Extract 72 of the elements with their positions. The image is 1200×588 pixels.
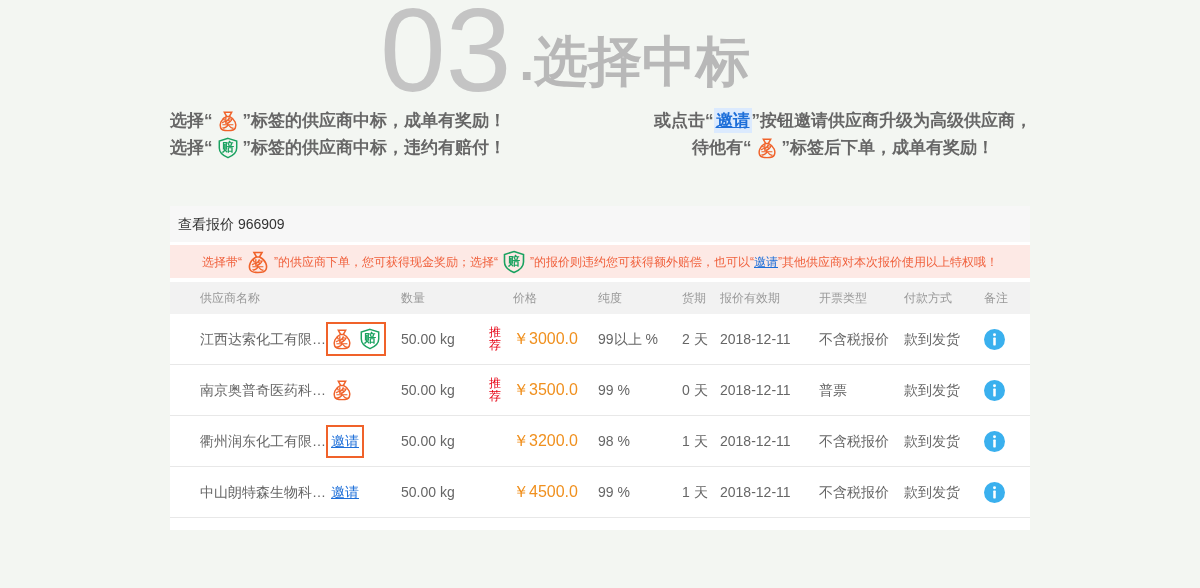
column-header: 付款方式 bbox=[904, 290, 953, 307]
reward-badge: 奖 bbox=[216, 109, 239, 132]
quantity: 50.00 kg bbox=[401, 329, 456, 349]
column-header: 纯度 bbox=[598, 290, 623, 307]
note-text: ”的供应商下单，您可获得现金奖励；选择“ bbox=[274, 253, 498, 271]
note-text: 或点击“ bbox=[654, 109, 714, 132]
payment-method: 款到发货 bbox=[904, 482, 961, 502]
note-text: 选择“ bbox=[170, 136, 213, 159]
invoice-type: 不含税报价 bbox=[819, 431, 890, 451]
note-text: ”的报价则违约您可获得额外赔偿，也可以“ bbox=[530, 253, 754, 271]
info-icon[interactable] bbox=[984, 328, 1005, 350]
reward-badge: 奖 bbox=[331, 328, 353, 350]
lead-time: 2 天 bbox=[682, 329, 709, 349]
valid-date: 2018-12-11 bbox=[720, 380, 792, 400]
lead-time: 1 天 bbox=[682, 431, 709, 451]
valid-date: 2018-12-11 bbox=[720, 482, 792, 502]
step-title: .选择中标 bbox=[519, 34, 751, 88]
info-icon[interactable] bbox=[984, 430, 1005, 452]
info-icon[interactable] bbox=[984, 481, 1005, 503]
lead-time: 1 天 bbox=[682, 482, 709, 502]
price: ￥3500.0 bbox=[513, 380, 579, 400]
note-text: ”标签的供应商中标，成单有奖励！ bbox=[242, 109, 506, 132]
reward-badge: 奖 bbox=[755, 136, 778, 159]
column-header: 数量 bbox=[401, 290, 426, 307]
recommend-label: 推荐 bbox=[489, 325, 501, 353]
payment-method: 款到发货 bbox=[904, 380, 961, 400]
invoice-type: 不含税报价 bbox=[819, 482, 890, 502]
invite-link[interactable]: 邀请 bbox=[754, 252, 778, 271]
price: ￥4500.0 bbox=[513, 482, 579, 502]
invite-link[interactable]: 邀请 bbox=[713, 107, 752, 134]
supplier-name: 中山朗特森生物科… bbox=[200, 482, 326, 502]
compensation-badge: 赔 bbox=[359, 328, 381, 350]
supplier-name: 南京奥普奇医药科… bbox=[200, 380, 326, 400]
recommend-label: 推荐 bbox=[489, 376, 501, 404]
compensation-badge: 赔 bbox=[216, 136, 239, 159]
invoice-type: 不含税报价 bbox=[819, 329, 890, 349]
purity: 99以上 % bbox=[598, 329, 659, 349]
quantity: 50.00 kg bbox=[401, 431, 456, 451]
note-text: ”标签的供应商中标，违约有赔付！ bbox=[242, 136, 506, 159]
note-text: 选择带“ bbox=[202, 253, 242, 271]
price: ￥3200.0 bbox=[513, 431, 579, 451]
column-header: 备注 bbox=[984, 290, 1009, 307]
column-header: 供应商名称 bbox=[200, 290, 261, 307]
column-header: 报价有效期 bbox=[720, 290, 781, 307]
note-text: ”标签后下单，成单有奖励！ bbox=[781, 136, 994, 159]
supplier-name: 江西达索化工有限… bbox=[200, 329, 326, 349]
invoice-type: 普票 bbox=[819, 380, 848, 400]
note-text: ”其他供应商对本次报价使用以上特权哦！ bbox=[778, 253, 998, 271]
supplier-name: 衢州润东化工有限… bbox=[200, 431, 326, 451]
purity: 99 % bbox=[598, 482, 631, 502]
payment-method: 款到发货 bbox=[904, 329, 961, 349]
card-title: 查看报价 966909 bbox=[178, 214, 285, 234]
purity: 98 % bbox=[598, 431, 631, 451]
payment-method: 款到发货 bbox=[904, 431, 961, 451]
compensation-badge: 赔 bbox=[502, 249, 526, 274]
reward-badge: 奖 bbox=[246, 249, 270, 274]
quantity: 50.00 kg bbox=[401, 482, 456, 502]
note-text: ”按钮邀请供应商升级为高级供应商， bbox=[751, 109, 1032, 132]
quantity: 50.00 kg bbox=[401, 380, 456, 400]
price: ￥3000.0 bbox=[513, 329, 579, 349]
invite-link[interactable]: 邀请 bbox=[331, 481, 359, 503]
reward-badge: 奖 bbox=[331, 379, 353, 401]
column-header: 开票类型 bbox=[819, 290, 868, 307]
info-icon[interactable] bbox=[984, 379, 1005, 401]
column-header: 货期 bbox=[682, 290, 707, 307]
lead-time: 0 天 bbox=[682, 380, 709, 400]
purity: 99 % bbox=[598, 380, 631, 400]
valid-date: 2018-12-11 bbox=[720, 431, 792, 451]
valid-date: 2018-12-11 bbox=[720, 329, 792, 349]
note-text: 选择“ bbox=[170, 109, 213, 132]
note-text: 待他有“ bbox=[692, 136, 752, 159]
column-header: 价格 bbox=[513, 290, 538, 307]
